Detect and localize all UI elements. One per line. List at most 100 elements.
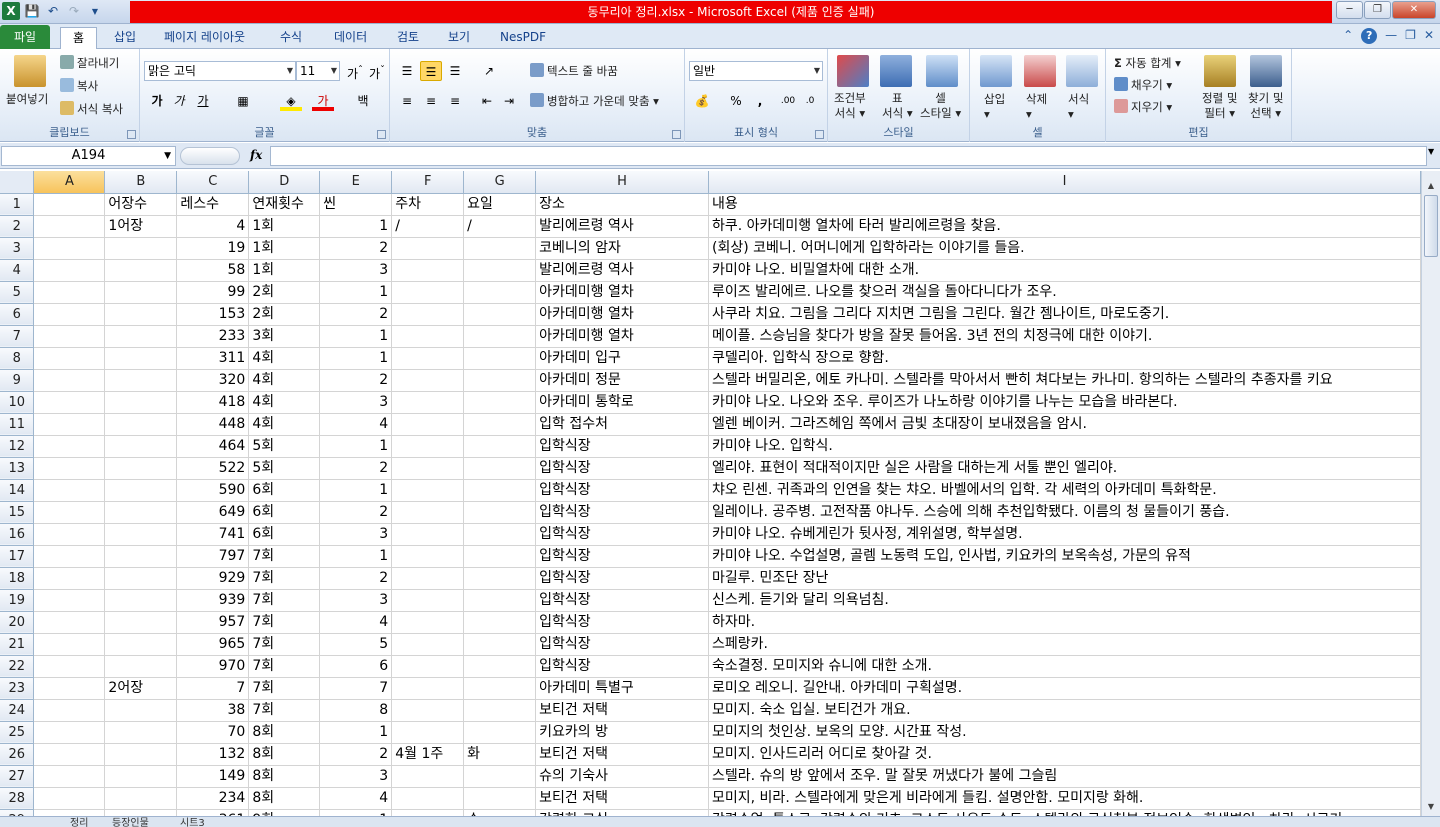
row-header[interactable]: 4 bbox=[0, 259, 35, 282]
cut-button[interactable]: 잘라내기 bbox=[60, 55, 119, 71]
delete-cells-button[interactable]: 삭제 ▾ bbox=[1026, 91, 1047, 121]
cell-d10[interactable]: 4회 bbox=[248, 391, 321, 414]
cell-h15[interactable]: 입학식장 bbox=[535, 501, 710, 524]
cell-h20[interactable]: 입학식장 bbox=[535, 611, 710, 634]
row-header[interactable]: 18 bbox=[0, 567, 35, 590]
cell-c25[interactable]: 70 bbox=[176, 721, 250, 744]
cell-a28[interactable] bbox=[33, 787, 106, 810]
cell-e25[interactable]: 1 bbox=[319, 721, 393, 744]
cell-c19[interactable]: 939 bbox=[176, 589, 250, 612]
doc-restore-icon[interactable]: ❐ bbox=[1405, 28, 1416, 44]
restore-button[interactable]: ❐ bbox=[1364, 1, 1391, 19]
wrap-text-button[interactable]: 텍스트 줄 바꿈 bbox=[530, 63, 618, 79]
row-header[interactable]: 11 bbox=[0, 413, 35, 436]
cell-h18[interactable]: 입학식장 bbox=[535, 567, 710, 590]
row-header[interactable]: 3 bbox=[0, 237, 35, 260]
cell-f10[interactable] bbox=[391, 391, 465, 414]
insert-cells-icon[interactable] bbox=[980, 55, 1012, 87]
borders-icon[interactable]: ▦ bbox=[232, 91, 254, 111]
cell-g9[interactable] bbox=[463, 369, 537, 392]
cell-i28[interactable]: 모미지, 비라. 스텔라에게 맞은게 비라에게 들킴. 설명안함. 모미지랑 화… bbox=[708, 787, 1421, 810]
cell-d24[interactable]: 7회 bbox=[248, 699, 321, 722]
merge-center-button[interactable]: 병합하고 가운데 맞춤 ▾ bbox=[530, 93, 659, 109]
cell-d27[interactable]: 8회 bbox=[248, 765, 321, 788]
cell-e15[interactable]: 2 bbox=[319, 501, 393, 524]
cell-styles-button[interactable]: 셀 스타일 ▾ bbox=[920, 91, 961, 121]
cell-d5[interactable]: 2회 bbox=[248, 281, 321, 304]
cell-b19[interactable] bbox=[104, 589, 178, 612]
number-format-select[interactable]: 일반 ▼ bbox=[689, 61, 823, 81]
tab-page-layout[interactable]: 페이지 레이아웃 bbox=[152, 27, 257, 49]
cell-f8[interactable] bbox=[391, 347, 465, 370]
row-header[interactable]: 2 bbox=[0, 215, 35, 238]
cell-g16[interactable] bbox=[463, 523, 537, 546]
accounting-icon[interactable]: 💰 bbox=[691, 91, 713, 111]
cell-h17[interactable]: 입학식장 bbox=[535, 545, 710, 568]
cell-a25[interactable] bbox=[33, 721, 106, 744]
cell-b14[interactable] bbox=[104, 479, 178, 502]
expand-formula-bar-icon[interactable]: ▼ bbox=[1428, 147, 1438, 165]
cell-b20[interactable] bbox=[104, 611, 178, 634]
row-header[interactable]: 9 bbox=[0, 369, 35, 392]
cell-b15[interactable] bbox=[104, 501, 178, 524]
cell-e7[interactable]: 1 bbox=[319, 325, 393, 348]
cell-g10[interactable] bbox=[463, 391, 537, 414]
row-header[interactable]: 6 bbox=[0, 303, 35, 326]
cell-h13[interactable]: 입학식장 bbox=[535, 457, 710, 480]
cell-a10[interactable] bbox=[33, 391, 106, 414]
cell-d1[interactable]: 연재횟수 bbox=[248, 193, 321, 216]
cell-d20[interactable]: 7회 bbox=[248, 611, 321, 634]
redo-icon[interactable]: ↷ bbox=[65, 2, 83, 20]
font-size-select[interactable]: 11 ▼ bbox=[296, 61, 340, 81]
cell-h14[interactable]: 입학식장 bbox=[535, 479, 710, 502]
cell-f20[interactable] bbox=[391, 611, 465, 634]
cell-h23[interactable]: 아카데미 특별구 bbox=[535, 677, 710, 700]
cell-a18[interactable] bbox=[33, 567, 106, 590]
cell-b11[interactable] bbox=[104, 413, 178, 436]
cell-d12[interactable]: 5회 bbox=[248, 435, 321, 458]
cell-i3[interactable]: (회상) 코베니. 어머니에게 입학하라는 이야기를 들음. bbox=[708, 237, 1421, 260]
cell-e11[interactable]: 4 bbox=[319, 413, 393, 436]
cell-c15[interactable]: 649 bbox=[176, 501, 250, 524]
cell-b16[interactable] bbox=[104, 523, 178, 546]
cell-i10[interactable]: 카미야 나오. 나오와 조우. 루이즈가 나노하랑 이야기를 나누는 모습을 바… bbox=[708, 391, 1421, 414]
cell-d17[interactable]: 7회 bbox=[248, 545, 321, 568]
cell-c23[interactable]: 7 bbox=[176, 677, 250, 700]
cell-g27[interactable] bbox=[463, 765, 537, 788]
cell-e9[interactable]: 2 bbox=[319, 369, 393, 392]
cell-a1[interactable] bbox=[33, 193, 106, 216]
align-center-icon[interactable]: ≡ bbox=[420, 91, 442, 111]
tab-view[interactable]: 보기 bbox=[436, 27, 482, 49]
cell-a11[interactable] bbox=[33, 413, 106, 436]
cell-i9[interactable]: 스텔라 버밀리온, 에토 카나미. 스텔라를 막아서서 빤히 쳐다보는 카나미.… bbox=[708, 369, 1421, 392]
cell-h5[interactable]: 아카데미행 열차 bbox=[535, 281, 710, 304]
cell-c4[interactable]: 58 bbox=[176, 259, 250, 282]
cell-f21[interactable] bbox=[391, 633, 465, 656]
cell-a24[interactable] bbox=[33, 699, 106, 722]
cell-g6[interactable] bbox=[463, 303, 537, 326]
cell-b4[interactable] bbox=[104, 259, 178, 282]
cell-a26[interactable] bbox=[33, 743, 106, 766]
cell-h27[interactable]: 슈의 기숙사 bbox=[535, 765, 710, 788]
cell-f6[interactable] bbox=[391, 303, 465, 326]
cell-d3[interactable]: 1회 bbox=[248, 237, 321, 260]
cell-e18[interactable]: 2 bbox=[319, 567, 393, 590]
sort-filter-icon[interactable] bbox=[1204, 55, 1236, 87]
chevron-down-icon[interactable]: ▼ bbox=[164, 147, 171, 165]
cell-g1[interactable]: 요일 bbox=[463, 193, 537, 216]
cell-c28[interactable]: 234 bbox=[176, 787, 250, 810]
cell-d7[interactable]: 3회 bbox=[248, 325, 321, 348]
cell-b10[interactable] bbox=[104, 391, 178, 414]
cell-b8[interactable] bbox=[104, 347, 178, 370]
row-header[interactable]: 19 bbox=[0, 589, 35, 612]
cell-i16[interactable]: 카미야 나오. 슈베게린가 뒷사정, 계위설명, 학부설명. bbox=[708, 523, 1421, 546]
tab-home[interactable]: 홈 bbox=[60, 27, 98, 49]
cell-styles-icon[interactable] bbox=[926, 55, 958, 87]
excel-icon[interactable]: X bbox=[2, 2, 20, 20]
cell-f27[interactable] bbox=[391, 765, 465, 788]
cell-c22[interactable]: 970 bbox=[176, 655, 250, 678]
save-icon[interactable]: 💾 bbox=[23, 2, 41, 20]
row-header[interactable]: 24 bbox=[0, 699, 35, 722]
column-header-f[interactable]: F bbox=[391, 171, 465, 194]
format-cells-button[interactable]: 서식 ▾ bbox=[1068, 91, 1089, 121]
